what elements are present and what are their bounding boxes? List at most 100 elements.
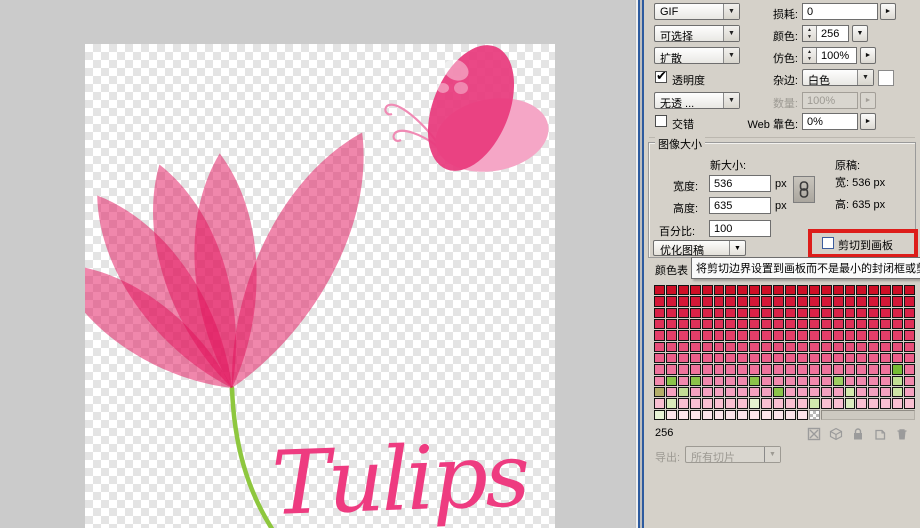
percent-input[interactable]: 100 — [709, 220, 771, 237]
color-swatch[interactable] — [725, 285, 736, 295]
matte-select[interactable]: 白色 ▼ — [802, 69, 874, 86]
color-swatch[interactable] — [666, 308, 677, 318]
height-input[interactable]: 635 — [709, 197, 771, 214]
color-swatch[interactable] — [821, 308, 832, 318]
color-swatch[interactable] — [702, 296, 713, 306]
color-swatch[interactable] — [904, 364, 915, 374]
color-swatch[interactable] — [904, 387, 915, 397]
color-swatch[interactable] — [809, 364, 820, 374]
color-swatch[interactable] — [892, 376, 903, 386]
color-swatch[interactable] — [856, 308, 867, 318]
optimize-artwork-button[interactable]: 优化图稿 ▼ — [653, 240, 746, 256]
color-swatch[interactable] — [904, 353, 915, 363]
color-swatch[interactable] — [856, 285, 867, 295]
color-swatch[interactable] — [749, 398, 760, 408]
color-swatch[interactable] — [904, 319, 915, 329]
color-swatch[interactable] — [761, 308, 772, 318]
color-swatch[interactable] — [725, 376, 736, 386]
color-swatch[interactable] — [868, 308, 879, 318]
color-swatch[interactable] — [761, 376, 772, 386]
color-swatch[interactable] — [749, 364, 760, 374]
color-swatch[interactable] — [773, 308, 784, 318]
color-swatch[interactable] — [845, 319, 856, 329]
interlaced-checkbox[interactable] — [655, 115, 667, 127]
color-swatch[interactable] — [904, 398, 915, 408]
color-swatch[interactable] — [833, 398, 844, 408]
color-swatch[interactable] — [785, 376, 796, 386]
color-swatch[interactable] — [904, 296, 915, 306]
color-swatch[interactable] — [678, 387, 689, 397]
color-swatch[interactable] — [761, 398, 772, 408]
color-swatch[interactable] — [845, 376, 856, 386]
color-swatch[interactable] — [761, 364, 772, 374]
color-swatch[interactable] — [821, 376, 832, 386]
color-swatch[interactable] — [737, 296, 748, 306]
color-swatch[interactable] — [892, 364, 903, 374]
color-swatch[interactable] — [690, 387, 701, 397]
color-swatch[interactable] — [654, 308, 665, 318]
color-swatch[interactable] — [785, 353, 796, 363]
color-swatch[interactable] — [821, 342, 832, 352]
color-swatch[interactable] — [892, 353, 903, 363]
color-swatch[interactable] — [833, 342, 844, 352]
color-swatch[interactable] — [761, 353, 772, 363]
color-swatch[interactable] — [737, 364, 748, 374]
color-swatch[interactable] — [868, 398, 879, 408]
color-swatch[interactable] — [678, 398, 689, 408]
color-swatch[interactable] — [904, 342, 915, 352]
color-swatch[interactable] — [821, 330, 832, 340]
color-swatch[interactable] — [749, 353, 760, 363]
color-swatch[interactable] — [773, 353, 784, 363]
lossy-slider-button[interactable]: ► — [880, 3, 896, 20]
color-swatch[interactable] — [785, 296, 796, 306]
color-swatch[interactable] — [737, 342, 748, 352]
color-swatch[interactable] — [714, 342, 725, 352]
color-swatch[interactable] — [845, 387, 856, 397]
color-swatch[interactable] — [749, 342, 760, 352]
color-swatch[interactable] — [868, 376, 879, 386]
color-swatch[interactable] — [833, 364, 844, 374]
color-swatch[interactable] — [690, 364, 701, 374]
color-swatch[interactable] — [892, 296, 903, 306]
dither-stepper[interactable]: ▲▼ 100% — [802, 47, 857, 64]
color-swatch[interactable] — [785, 387, 796, 397]
color-swatch[interactable] — [690, 342, 701, 352]
color-swatch[interactable] — [666, 387, 677, 397]
color-swatch[interactable] — [737, 319, 748, 329]
color-swatch[interactable] — [797, 342, 808, 352]
color-swatch[interactable] — [761, 319, 772, 329]
color-swatch[interactable] — [666, 364, 677, 374]
color-swatch[interactable] — [904, 330, 915, 340]
color-swatch[interactable] — [702, 319, 713, 329]
color-swatch[interactable] — [868, 296, 879, 306]
color-swatch[interactable] — [821, 285, 832, 295]
color-swatch[interactable] — [714, 376, 725, 386]
color-swatch[interactable] — [761, 330, 772, 340]
lock-icon[interactable] — [851, 427, 865, 441]
color-swatch[interactable] — [833, 353, 844, 363]
color-swatch[interactable] — [773, 319, 784, 329]
color-swatch[interactable] — [678, 353, 689, 363]
color-swatch[interactable] — [868, 285, 879, 295]
color-swatch[interactable] — [714, 308, 725, 318]
color-swatch[interactable] — [702, 364, 713, 374]
color-swatch[interactable] — [833, 319, 844, 329]
color-swatch[interactable] — [797, 410, 808, 420]
color-swatch[interactable] — [785, 364, 796, 374]
color-swatch[interactable] — [654, 330, 665, 340]
matte-color-swatch[interactable] — [878, 70, 894, 86]
color-swatch[interactable] — [833, 376, 844, 386]
color-swatch[interactable] — [690, 296, 701, 306]
lossy-input[interactable]: 0 — [802, 3, 878, 20]
color-swatch[interactable] — [678, 410, 689, 420]
color-swatch[interactable] — [654, 342, 665, 352]
color-swatch[interactable] — [773, 398, 784, 408]
stepper-arrows-icon[interactable]: ▲▼ — [803, 26, 817, 41]
color-swatch[interactable] — [714, 387, 725, 397]
color-swatch[interactable] — [880, 296, 891, 306]
color-swatch[interactable] — [690, 330, 701, 340]
color-swatch[interactable] — [725, 387, 736, 397]
color-swatch[interactable] — [714, 353, 725, 363]
color-swatch[interactable] — [725, 364, 736, 374]
color-swatch[interactable] — [880, 308, 891, 318]
